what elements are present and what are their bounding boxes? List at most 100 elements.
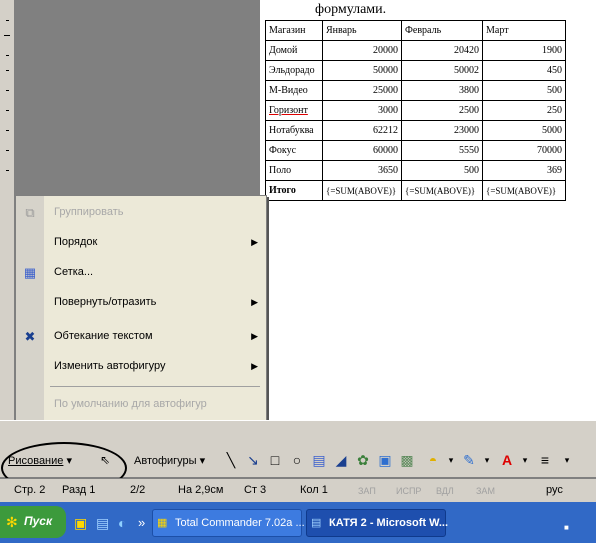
tray-icon[interactable]: ■ (564, 516, 569, 540)
status-trk[interactable]: ИСПР (396, 486, 421, 496)
arrow-icon[interactable]: ↘ (244, 451, 262, 469)
table-cell[interactable]: 369 (482, 160, 566, 181)
table-header-row: Магазин Январь Февраль Март (265, 20, 566, 41)
status-position: На 2,9см (178, 484, 224, 496)
table-cell[interactable]: 5000 (482, 120, 566, 141)
autoshapes-button-label: Автофигуры (134, 455, 197, 467)
status-ext[interactable]: ВДЛ (436, 486, 454, 496)
status-ovr[interactable]: ЗАМ (476, 486, 495, 496)
quicklaunch-save-icon[interactable]: ▣ (74, 511, 87, 535)
diagram-icon[interactable]: ✿ (354, 451, 372, 469)
line-style-icon[interactable]: ≡ (536, 451, 554, 469)
oval-icon[interactable]: ○ (288, 451, 306, 469)
submenu-arrow-icon: ▶ (251, 237, 258, 247)
formula-cell[interactable]: {=SUM(ABOVE)} (401, 180, 483, 201)
quicklaunch-more-icon[interactable]: » (138, 511, 145, 535)
formula-cell[interactable]: {=SUM(ABOVE)} (322, 180, 402, 201)
fill-dropdown-icon[interactable]: ▾ (442, 451, 460, 469)
table-cell[interactable]: Нотабуква (265, 120, 323, 141)
header-cell[interactable]: Магазин (265, 20, 323, 41)
menu-item-group[interactable]: ⧉ Группировать (16, 200, 266, 226)
table-cell[interactable]: Домой (265, 40, 323, 61)
header-cell[interactable]: Март (482, 20, 566, 41)
menu-item-label: Обтекание текстом (54, 330, 153, 342)
start-button[interactable]: ✻ Пуск (0, 506, 66, 538)
submenu-arrow-icon: ▶ (251, 331, 258, 341)
toolbar-more-icon[interactable]: ▾ (558, 451, 576, 469)
status-pages: 2/2 (130, 484, 146, 496)
table-cell[interactable]: 70000 (482, 140, 566, 161)
header-cell[interactable]: Февраль (401, 20, 483, 41)
task-label: Total Commander 7.02a ... (175, 517, 305, 529)
font-color-dropdown-icon[interactable]: ▾ (516, 451, 534, 469)
table-row: Домой 20000 20420 1900 (265, 40, 566, 61)
totals-label-cell[interactable]: Итого (265, 180, 323, 201)
picture-icon[interactable]: ▩ (398, 451, 416, 469)
status-rec[interactable]: ЗАП (358, 486, 376, 496)
table-cell[interactable]: Поло (265, 160, 323, 181)
status-line: Ст 3 (244, 484, 267, 496)
totals-row: Итого {=SUM(ABOVE)} {=SUM(ABOVE)} {=SUM(… (265, 180, 566, 201)
group-icon: ⧉ (25, 205, 35, 220)
table-cell[interactable]: М-Видео (265, 80, 323, 101)
header-cell[interactable]: Январь (322, 20, 402, 41)
table-cell[interactable]: 1900 (482, 40, 566, 61)
total-commander-icon: ▦ (157, 517, 168, 529)
menu-item-order[interactable]: Порядок ▶ (16, 230, 266, 256)
formula-cell[interactable]: {=SUM(ABOVE)} (482, 180, 566, 201)
table-cell[interactable]: 500 (482, 80, 566, 101)
table-cell[interactable]: 2500 (401, 100, 483, 121)
menu-item-grid[interactable]: ▦ Сетка... (16, 260, 266, 286)
rectangle-icon[interactable]: □ (266, 451, 284, 469)
table-cell[interactable]: 23000 (401, 120, 483, 141)
autoshapes-menu-button[interactable]: Автофигуры ▾ (134, 451, 205, 471)
line-icon[interactable]: ╲ (222, 451, 240, 469)
table-cell[interactable]: 3000 (322, 100, 402, 121)
menu-item-text-wrap[interactable]: ✖ Обтекание текстом ▶ (16, 324, 266, 350)
table-cell[interactable]: 20000 (322, 40, 402, 61)
font-color-icon[interactable]: A (498, 451, 516, 469)
wordart-icon[interactable]: ◢ (332, 451, 350, 469)
taskbar-item-word[interactable]: ▤ КАТЯ 2 - Microsoft W... (306, 509, 449, 537)
table-cell[interactable]: 3800 (401, 80, 483, 101)
vertical-ruler[interactable] (0, 0, 15, 420)
menu-item-autoshape-defaults[interactable]: По умолчанию для автофигур (16, 392, 266, 418)
text-box-icon[interactable]: ▤ (310, 451, 328, 469)
status-column: Кол 1 (300, 484, 328, 496)
data-table[interactable]: Магазин Январь Февраль Март Домой 20000 … (265, 20, 566, 201)
line-color-icon[interactable]: ✎ (460, 451, 478, 469)
table-cell[interactable]: 50002 (401, 60, 483, 81)
table-cell[interactable]: 50000 (322, 60, 402, 81)
table-cell[interactable]: 450 (482, 60, 566, 81)
table-cell[interactable]: 3650 (322, 160, 402, 181)
table-cell[interactable]: 250 (482, 100, 566, 121)
taskbar-item-total-commander[interactable]: ▦ Total Commander 7.02a ... (152, 509, 305, 537)
menu-separator (50, 386, 260, 387)
clipart-icon[interactable]: ▣ (376, 451, 394, 469)
status-language: рус (546, 484, 563, 496)
table-cell[interactable]: Фокус (265, 140, 323, 161)
menu-item-rotate[interactable]: Повернуть/отразить ▶ (16, 290, 266, 316)
table-cell[interactable]: 60000 (322, 140, 402, 161)
text-wrap-icon: ✖ (24, 329, 36, 344)
status-page: Стр. 2 (14, 484, 46, 496)
table-row: М-Видео 25000 3800 500 (265, 80, 566, 101)
table-cell[interactable]: Эльдорадо (265, 60, 323, 81)
quicklaunch-browser-icon[interactable]: ◐ (118, 511, 126, 535)
menu-item-label: По умолчанию для автофигур (54, 398, 207, 410)
taskbar: ✻ Пуск ▣ ▤ ◐ » ▦ Total Commander 7.02a .… (0, 502, 596, 543)
table-cell[interactable]: Горизонт (265, 100, 323, 121)
table-cell[interactable]: 62212 (322, 120, 402, 141)
drawing-menu: ⧉ Группировать Порядок ▶ ▦ Сетка... Пове… (15, 195, 267, 449)
table-cell[interactable]: 5550 (401, 140, 483, 161)
fill-color-icon[interactable]: ◓ (424, 451, 442, 469)
status-section: Разд 1 (62, 484, 96, 496)
status-bar: Стр. 2 Разд 1 2/2 На 2,9см Ст 3 Кол 1 ЗА… (0, 478, 596, 503)
table-cell[interactable]: 20420 (401, 40, 483, 61)
table-cell[interactable]: 500 (401, 160, 483, 181)
table-cell[interactable]: 25000 (322, 80, 402, 101)
menu-item-change-autoshape[interactable]: Изменить автофигуру ▶ (16, 354, 266, 380)
task-label: КАТЯ 2 - Microsoft W... (329, 517, 449, 529)
line-color-dropdown-icon[interactable]: ▾ (478, 451, 496, 469)
quicklaunch-desktop-icon[interactable]: ▤ (96, 511, 109, 535)
